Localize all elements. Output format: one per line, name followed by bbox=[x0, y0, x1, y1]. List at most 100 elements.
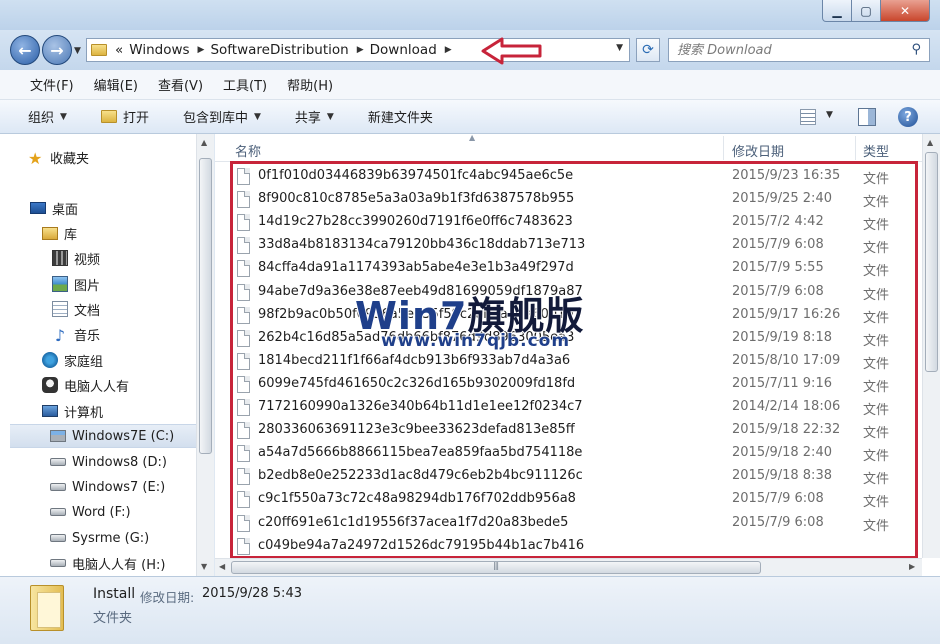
column-divider[interactable] bbox=[855, 136, 856, 160]
nav-desktop[interactable]: 桌面 bbox=[30, 196, 78, 220]
nav-homegroup[interactable]: 家庭组 bbox=[42, 348, 103, 372]
scrollbar-thumb[interactable] bbox=[199, 158, 212, 454]
table-row[interactable]: 94abe7d9a36e38e87eeb49d81699059df1879a87… bbox=[235, 281, 915, 304]
address-bar[interactable]: « Windows ▶ SoftwareDistribution ▶ Downl… bbox=[86, 38, 630, 62]
nav-drive-h[interactable]: 电脑人人有 (H:) bbox=[50, 551, 165, 575]
navigation-scrollbar[interactable]: ▲ ▼ bbox=[196, 134, 214, 576]
nav-drive-d[interactable]: Windows8 (D:) bbox=[50, 450, 167, 474]
share-label: 共享 bbox=[294, 111, 321, 126]
file-type: 文件 bbox=[863, 518, 890, 534]
table-row[interactable]: b2edb8e0e252233d1ac8d479c6eb2b4bc911126c… bbox=[235, 465, 915, 488]
table-row[interactable]: c9c1f550a73c72c48a98294db176f702ddb956a8… bbox=[235, 488, 915, 511]
file-icon bbox=[237, 283, 250, 301]
nav-network-user[interactable]: 电脑人人有 bbox=[42, 373, 129, 397]
file-icon bbox=[237, 537, 250, 555]
nav-label: 收藏夹 bbox=[50, 151, 90, 167]
menu-edit[interactable]: 编辑(E) bbox=[94, 75, 138, 94]
table-row[interactable]: 8f900c810c8785e5a3a03a9b1f3fd6387578b955… bbox=[235, 188, 915, 211]
table-row[interactable]: 84cffa4da91a1174393ab5abe4e3e1b3a49f297d… bbox=[235, 257, 915, 280]
vertical-scrollbar[interactable]: ▲ bbox=[922, 134, 940, 558]
breadcrumb-overflow[interactable]: « bbox=[115, 42, 123, 58]
file-date-modified: 2015/7/9 5:55 bbox=[732, 260, 824, 276]
view-options-icon[interactable] bbox=[800, 109, 816, 125]
table-row[interactable]: a54a7d5666b8866115bea7ea859faa5bd754118e… bbox=[235, 442, 915, 465]
share-button[interactable]: 共享 ▼ bbox=[295, 107, 334, 126]
include-in-library-button[interactable]: 包含到库中 ▼ bbox=[183, 107, 261, 126]
nav-music[interactable]: ♪ 音乐 bbox=[52, 322, 100, 346]
file-name: 84cffa4da91a1174393ab5abe4e3e1b3a49f297d bbox=[258, 260, 574, 276]
nav-label: Windows7E (C:) bbox=[72, 428, 175, 444]
recent-pages-dropdown[interactable]: ▼ bbox=[74, 46, 81, 56]
horizontal-scrollbar[interactable]: ◀ ||| ▶ bbox=[215, 558, 922, 576]
minimize-icon: ▁ bbox=[832, 3, 842, 18]
table-row[interactable]: c049be94a7a24972d1526dc79195b44b1ac7b416 bbox=[235, 535, 915, 558]
breadcrumb-separator-icon[interactable]: ▶ bbox=[198, 45, 205, 55]
preview-pane-icon[interactable] bbox=[858, 108, 876, 126]
search-input[interactable] bbox=[677, 42, 897, 58]
scrollbar-thumb[interactable] bbox=[925, 152, 938, 372]
column-date-modified[interactable]: 修改日期 bbox=[732, 141, 784, 160]
maximize-button[interactable]: ▢ bbox=[851, 0, 881, 22]
open-button[interactable]: 打开 bbox=[100, 107, 149, 126]
file-icon bbox=[237, 237, 250, 255]
nav-drive-f[interactable]: Word (F:) bbox=[50, 500, 131, 524]
breadcrumb-softwaredistribution[interactable]: SoftwareDistribution bbox=[210, 42, 348, 58]
table-row[interactable]: c20ff691e61c1d19556f37acea1f7d20a83bede5… bbox=[235, 512, 915, 535]
scroll-right-icon[interactable]: ▶ bbox=[909, 562, 915, 571]
breadcrumb-separator-icon[interactable]: ▶ bbox=[357, 45, 364, 55]
menu-tools[interactable]: 工具(T) bbox=[223, 75, 267, 94]
nav-videos[interactable]: 视频 bbox=[52, 246, 100, 270]
organize-label: 组织 bbox=[28, 111, 55, 126]
scroll-down-icon[interactable]: ▼ bbox=[201, 562, 207, 571]
nav-label: Windows8 (D:) bbox=[72, 454, 167, 470]
search-icon[interactable]: ⚲ bbox=[911, 42, 921, 57]
breadcrumb-separator-icon[interactable]: ▶ bbox=[445, 45, 452, 55]
organize-button[interactable]: 组织 ▼ bbox=[28, 107, 67, 126]
file-icon bbox=[237, 491, 250, 509]
menu-view[interactable]: 查看(V) bbox=[158, 75, 203, 94]
scroll-left-icon[interactable]: ◀ bbox=[219, 562, 225, 571]
table-row[interactable]: 98f2b9ac0b50f0936a5eb35f59c2ab5a49e60010… bbox=[235, 304, 915, 327]
table-row[interactable]: 1814becd211f1f66af4dcb913b6f933ab7d4a3a6… bbox=[235, 350, 915, 373]
date-modified-label: 修改日期: bbox=[140, 590, 195, 605]
scroll-up-icon[interactable]: ▲ bbox=[927, 138, 933, 147]
table-row[interactable]: 6099e745fd461650c2c326d165b9302009fd18fd… bbox=[235, 373, 915, 396]
nav-documents[interactable]: 文档 bbox=[52, 297, 100, 321]
table-row[interactable]: 14d19c27b28cc3990260d7191f6e0ff6c7483623… bbox=[235, 211, 915, 234]
minimize-button[interactable]: ▁ bbox=[822, 0, 852, 22]
menu-help[interactable]: 帮助(H) bbox=[287, 75, 333, 94]
nav-pictures[interactable]: 图片 bbox=[52, 272, 100, 296]
back-button[interactable]: ← bbox=[10, 35, 40, 65]
search-box[interactable]: ⚲ bbox=[668, 38, 930, 62]
menu-file[interactable]: 文件(F) bbox=[30, 75, 74, 94]
table-row[interactable]: 33d8a4b8183134ca79120bb436c18ddab713e713… bbox=[235, 234, 915, 257]
column-name[interactable]: 名称 bbox=[235, 141, 261, 160]
nav-drive-g[interactable]: Sysrme (G:) bbox=[50, 526, 149, 550]
close-button[interactable]: ✕ bbox=[880, 0, 930, 22]
table-row[interactable]: 7172160990a1326e340b64b11d1e1ee12f0234c7… bbox=[235, 396, 915, 419]
new-folder-button[interactable]: 新建文件夹 bbox=[368, 107, 433, 126]
file-name: 262b4c16d85a5ad76db66bf876d9d8963005ea3 bbox=[258, 329, 575, 345]
refresh-button[interactable]: ⟳ bbox=[636, 38, 660, 62]
forward-button[interactable]: → bbox=[42, 35, 72, 65]
breadcrumb-download[interactable]: Download bbox=[370, 42, 437, 58]
nav-computer[interactable]: 计算机 bbox=[42, 399, 103, 423]
nav-libraries[interactable]: 库 bbox=[42, 221, 77, 245]
column-divider[interactable] bbox=[723, 136, 724, 160]
nav-drive-c[interactable]: Windows7E (C:) bbox=[10, 424, 206, 448]
column-type[interactable]: 类型 bbox=[863, 141, 889, 160]
table-row[interactable]: 262b4c16d85a5ad76db66bf876d9d8963005ea3 2… bbox=[235, 327, 915, 350]
help-icon[interactable]: ? bbox=[898, 107, 918, 127]
file-type: 文件 bbox=[863, 172, 890, 187]
file-date-modified: 2015/7/9 6:08 bbox=[732, 491, 824, 507]
table-row[interactable]: 0f1f010d03446839b63974501fc4abc945ae6c5e… bbox=[235, 165, 915, 188]
file-icon bbox=[237, 191, 250, 209]
chevron-down-icon[interactable]: ▼ bbox=[826, 110, 833, 120]
breadcrumb-windows[interactable]: Windows bbox=[129, 42, 189, 58]
table-row[interactable]: 280336063691123e3c9bee33623defad813e85ff… bbox=[235, 419, 915, 442]
nav-favorites[interactable]: ★ 收藏夹 bbox=[28, 145, 89, 169]
scroll-up-icon[interactable]: ▲ bbox=[201, 138, 207, 147]
nav-drive-e[interactable]: Windows7 (E:) bbox=[50, 475, 165, 499]
computer-icon bbox=[42, 405, 58, 417]
address-history-dropdown[interactable]: ▼ bbox=[616, 43, 623, 53]
